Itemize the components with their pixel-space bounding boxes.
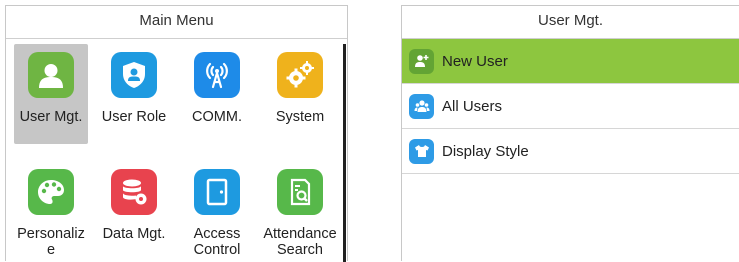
tile-system[interactable]: System (263, 44, 337, 144)
tile-label: Data Mgt. (102, 226, 166, 242)
user-mgt-title: User Mgt. (402, 6, 739, 39)
tile-attendance-search[interactable]: Attendance Search (263, 161, 337, 261)
tile-user-mgt[interactable]: User Mgt. (14, 44, 88, 144)
tile-access-control[interactable]: Access Control (180, 161, 254, 261)
shield-user-icon (111, 52, 157, 98)
users-icon (409, 93, 434, 119)
database-gear-icon (111, 169, 157, 215)
list-item-label: New User (442, 52, 508, 70)
list-item-label: All Users (442, 97, 503, 115)
tile-user-role[interactable]: User Role (97, 44, 171, 144)
main-menu-panel: Main Menu User Mgt. User Role COMM. Syst… (5, 5, 348, 262)
user-mgt-panel: User Mgt. New User All Users Display Sty… (401, 5, 739, 261)
gears-icon (277, 52, 323, 98)
tile-comm[interactable]: COMM. (180, 44, 254, 144)
tile-label: User Role (101, 109, 167, 125)
tile-label: User Mgt. (19, 109, 83, 125)
list-item-new-user[interactable]: New User (402, 39, 739, 84)
document-search-icon (277, 169, 323, 215)
tile-label: COMM. (192, 109, 242, 125)
user-icon (28, 52, 74, 98)
tile-label: Personalize (17, 226, 85, 258)
add-user-icon (409, 48, 434, 74)
tile-label: Attendance Search (263, 226, 337, 258)
list-item-all-users[interactable]: All Users (402, 84, 739, 129)
tile-data-mgt[interactable]: Data Mgt. (97, 161, 171, 261)
antenna-icon (194, 52, 240, 98)
tile-label: Access Control (193, 226, 241, 258)
list-item-display-style[interactable]: Display Style (402, 129, 739, 174)
tile-label: System (275, 109, 325, 125)
scrollbar[interactable] (343, 44, 346, 262)
list-item-label: Display Style (442, 142, 529, 160)
tile-personalize[interactable]: Personalize (14, 161, 88, 261)
door-icon (194, 169, 240, 215)
main-menu-title: Main Menu (6, 6, 347, 39)
palette-icon (28, 169, 74, 215)
shirt-icon (409, 138, 434, 164)
